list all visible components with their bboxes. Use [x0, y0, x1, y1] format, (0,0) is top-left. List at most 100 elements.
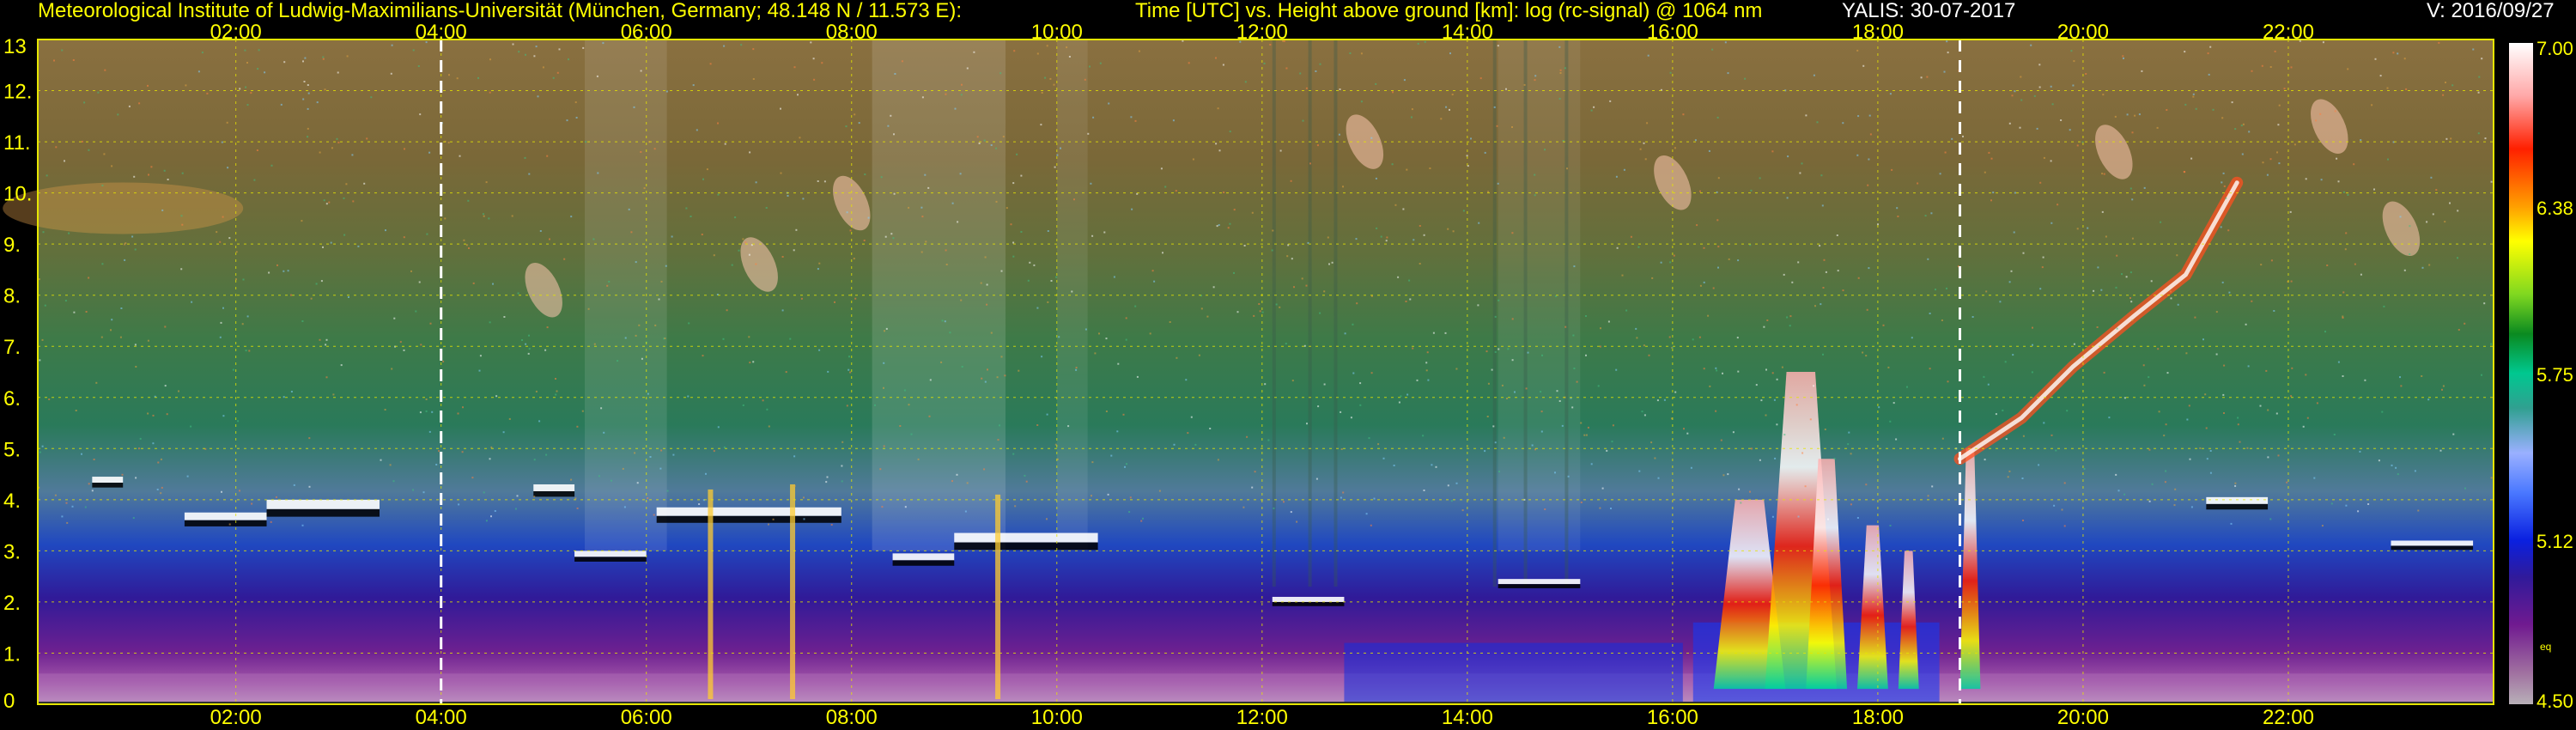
noise-speckle [966, 482, 969, 484]
noise-speckle [635, 334, 637, 337]
noise-speckle [1417, 42, 1419, 45]
noise-speckle [2177, 303, 2179, 306]
noise-speckle [892, 237, 895, 240]
noise-speckle [337, 71, 339, 74]
noise-speckle [2066, 410, 2069, 412]
noise-speckle [1024, 474, 1026, 477]
noise-speckle [987, 368, 988, 371]
noise-speckle [793, 484, 796, 487]
noise-speckle [1868, 158, 1870, 161]
noise-speckle [2342, 291, 2345, 294]
noise-speckle [713, 450, 715, 453]
noise-speckle [448, 74, 450, 76]
noise-speckle [687, 395, 690, 398]
noise-speckle [1124, 465, 1126, 468]
noise-speckle [1820, 174, 1823, 177]
noise-speckle [2195, 107, 2197, 110]
noise-speckle [2220, 226, 2222, 228]
noise-speckle [2397, 52, 2399, 55]
noise-speckle [1671, 346, 1674, 349]
noise-speckle [883, 445, 885, 447]
x-tick-label-top: 22:00 [2263, 21, 2314, 44]
noise-speckle [2057, 204, 2059, 206]
noise-speckle [1216, 225, 1218, 228]
noise-speckle [1999, 301, 2002, 303]
noise-speckle [488, 217, 490, 220]
noise-speckle [1789, 315, 1792, 318]
noise-speckle [908, 206, 910, 209]
noise-speckle [879, 468, 882, 471]
noise-speckle [1391, 163, 1394, 166]
noise-speckle [1259, 310, 1261, 313]
noise-speckle [64, 160, 65, 162]
noise-speckle [239, 88, 241, 90]
noise-speckle [705, 472, 707, 475]
noise-speckle [1410, 116, 1413, 119]
noise-speckle [2395, 466, 2397, 469]
noise-speckle [463, 239, 465, 241]
noise-speckle [921, 96, 924, 99]
noise-speckle [1392, 91, 1394, 94]
noise-speckle [117, 113, 119, 116]
noise-speckle [2221, 281, 2224, 283]
noise-speckle [1455, 482, 1458, 484]
noise-speckle [2038, 464, 2040, 466]
noise-speckle [485, 181, 488, 184]
noise-speckle [1821, 204, 1824, 207]
noise-speckle [2403, 269, 2406, 271]
noise-speckle [2070, 50, 2073, 52]
noise-speckle [1047, 301, 1049, 303]
aerosol-spike [708, 489, 714, 700]
noise-speckle [492, 283, 494, 285]
noise-speckle [1287, 244, 1290, 246]
noise-speckle [1012, 241, 1015, 244]
noise-speckle [2032, 344, 2033, 346]
noise-speckle [2483, 302, 2486, 305]
noise-speckle [2100, 289, 2103, 291]
noise-band [585, 40, 667, 551]
noise-speckle [1599, 507, 1601, 509]
noise-speckle [1136, 375, 1139, 378]
noise-speckle [2391, 464, 2393, 466]
x-tick-label-bottom: 06:00 [621, 706, 672, 729]
noise-speckle [966, 67, 969, 70]
noise-speckle [2173, 504, 2176, 507]
noise-speckle [920, 251, 923, 253]
noise-speckle [1273, 507, 1275, 509]
noise-speckle [2221, 117, 2224, 119]
noise-speckle [157, 461, 160, 464]
noise-speckle [2164, 481, 2166, 484]
noise-speckle [1878, 406, 1880, 409]
noise-speckle [863, 240, 866, 241]
noise-speckle [1227, 227, 1230, 229]
noise-speckle [2142, 364, 2145, 367]
noise-speckle [391, 44, 393, 46]
noise-speckle [1487, 191, 1490, 193]
noise-speckle [1660, 261, 1662, 264]
noise-speckle [138, 447, 140, 450]
noise-speckle [1891, 168, 1893, 171]
noise-speckle [310, 297, 313, 300]
noise-speckle [575, 117, 578, 119]
noise-speckle [1012, 255, 1015, 258]
noise-speckle [1946, 287, 1947, 289]
noise-speckle [999, 72, 1002, 75]
noise-speckle [800, 297, 803, 300]
noise-speckle [2225, 197, 2227, 199]
noise-speckle [1646, 122, 1649, 125]
noise-speckle [647, 392, 649, 395]
noise-speckle [563, 258, 566, 260]
noise-speckle [1331, 261, 1334, 264]
noise-speckle [1585, 315, 1587, 317]
noise-speckle [717, 122, 719, 125]
noise-speckle [1939, 173, 1941, 175]
noise-speckle [2490, 477, 2493, 479]
noise-speckle [489, 91, 491, 94]
noise-speckle [1554, 471, 1556, 474]
noise-speckle [2275, 412, 2278, 415]
noise-speckle [178, 390, 179, 392]
noise-speckle [1041, 356, 1043, 358]
noise-speckle [2130, 301, 2133, 303]
noise-speckle [1452, 230, 1455, 233]
noise-speckle [227, 167, 229, 169]
